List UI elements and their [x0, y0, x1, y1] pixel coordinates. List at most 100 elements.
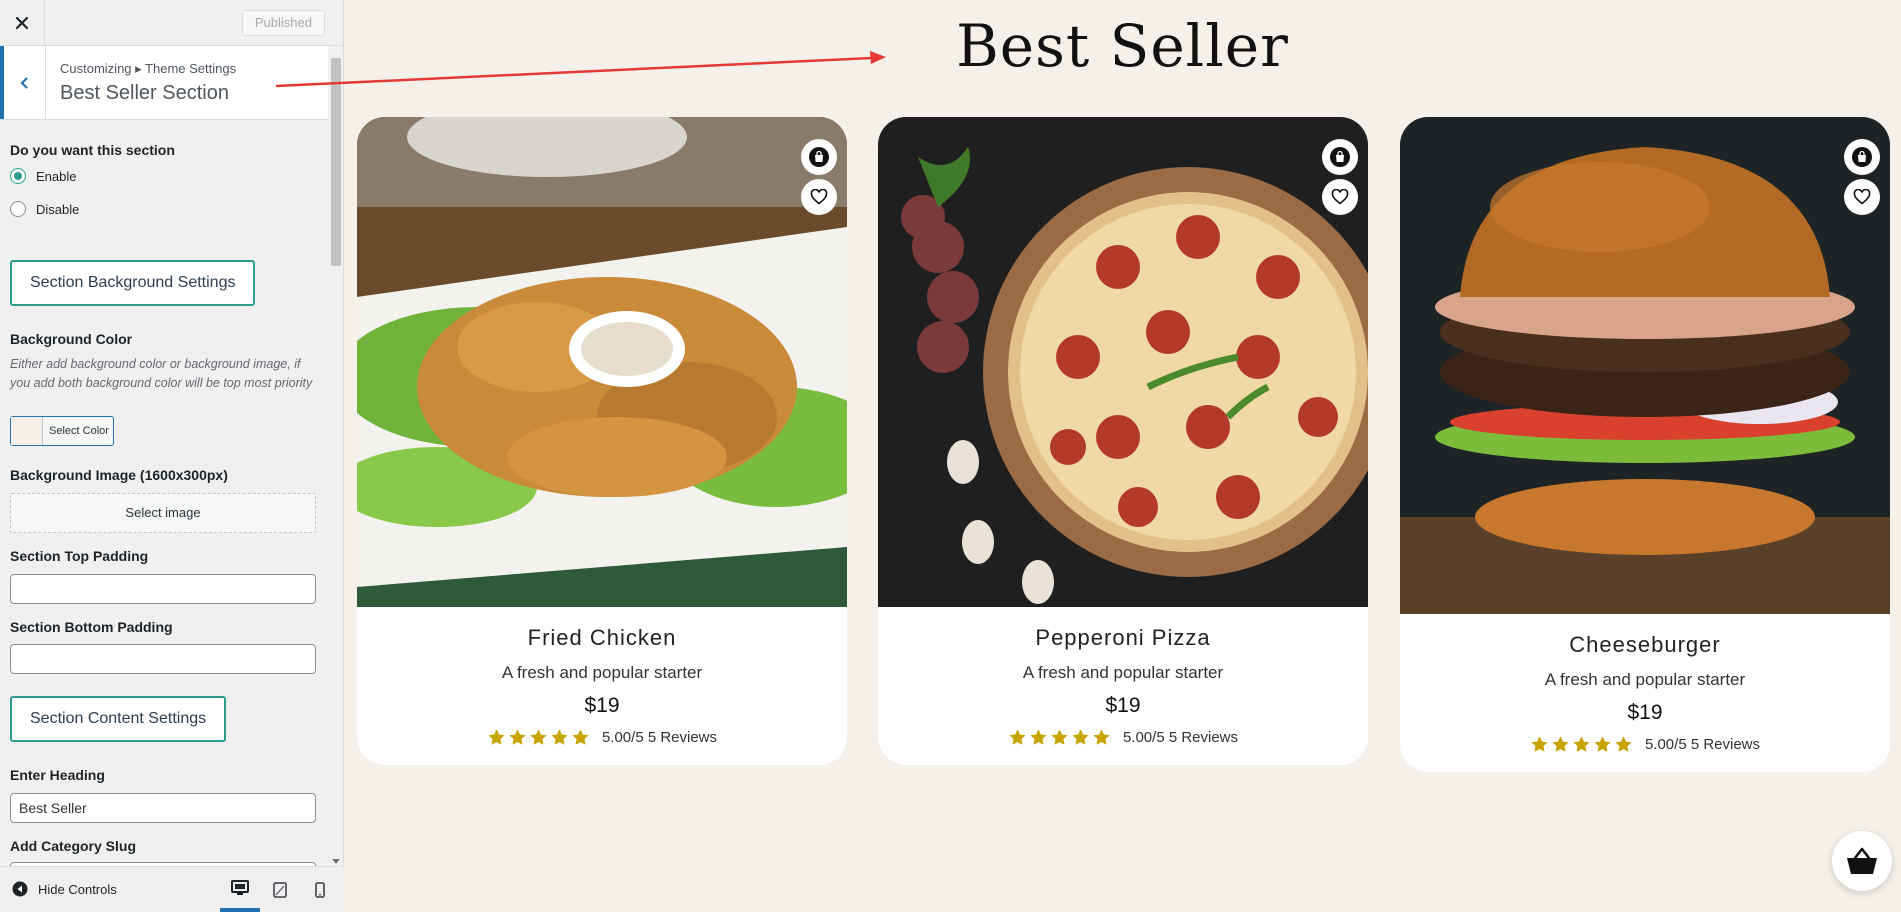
product-price: $19 [1105, 694, 1141, 717]
product-name[interactable]: Pepperoni Pizza [878, 625, 1368, 651]
preview-tablet-button[interactable] [260, 867, 300, 912]
product-description: A fresh and popular starter [1544, 670, 1746, 689]
star-icon [530, 729, 547, 745]
radio-disable[interactable]: Disable [10, 201, 79, 217]
product-card[interactable]: Cheeseburger A fresh and popular starter… [1400, 117, 1890, 772]
star-icon [1051, 729, 1068, 745]
rating-text: 5.00/5 5 Reviews [601, 729, 718, 746]
star-icon [551, 729, 568, 745]
pepperoni-pizza-photo [878, 117, 1368, 607]
customizer-sidebar: Published Customizing ▸ Theme Settings B… [0, 0, 344, 912]
add-to-cart-button[interactable] [1844, 139, 1880, 175]
radio-disable-label: Disable [36, 201, 80, 217]
cheeseburger-photo [1400, 117, 1890, 614]
product-card[interactable]: Pepperoni Pizza A fresh and popular star… [878, 117, 1368, 765]
wishlist-button[interactable] [1844, 179, 1880, 215]
heading-input[interactable] [10, 793, 316, 823]
star-icon [488, 729, 505, 745]
close-icon [15, 16, 29, 29]
wishlist-button[interactable] [801, 179, 837, 215]
product-image[interactable] [357, 117, 847, 607]
add-to-cart-button[interactable] [1322, 139, 1358, 175]
product-card[interactable]: Fried Chicken A fresh and popular starte… [357, 117, 847, 765]
section-title: Best Seller Section [60, 82, 229, 104]
top-padding-input[interactable] [10, 574, 316, 604]
radio-disable-circle[interactable] [10, 201, 26, 217]
hide-controls-button[interactable]: Hide Controls [12, 881, 117, 897]
floating-cart-button[interactable] [1832, 831, 1892, 891]
scroll-down-arrow-icon[interactable] [332, 859, 340, 864]
preview-desktop-button[interactable] [220, 867, 260, 912]
bottom-padding-input[interactable] [10, 644, 316, 674]
radio-enable[interactable]: Enable [10, 168, 76, 184]
heart-icon [1331, 189, 1349, 205]
sidebar-topbar: Published [0, 0, 343, 46]
product-price: $19 [1627, 701, 1663, 724]
mobile-icon [315, 881, 325, 898]
radio-enable-label: Enable [36, 168, 77, 184]
product-image[interactable] [878, 117, 1368, 607]
best-seller-heading: Best Seller [956, 12, 1289, 80]
star-icon [1594, 736, 1611, 752]
rating-text: 5.00/5 5 Reviews [1122, 729, 1239, 746]
product-name[interactable]: Fried Chicken [357, 625, 847, 651]
star-rating [1530, 735, 1633, 754]
publish-button[interactable]: Published [241, 10, 325, 36]
heart-icon [810, 189, 828, 205]
product-rating: 5.00/5 5 Reviews [1400, 735, 1890, 754]
tablet-icon [273, 881, 287, 898]
category-slug-label: Add Category Slug [10, 838, 137, 854]
product-info: Pepperoni Pizza A fresh and popular star… [878, 607, 1368, 765]
scrollbar-thumb[interactable] [331, 58, 341, 266]
product-rating: 5.00/5 5 Reviews [878, 728, 1368, 747]
star-icon [1573, 736, 1590, 752]
section-background-settings-button[interactable]: Section Background Settings [10, 260, 256, 306]
collapse-arrow-icon [12, 881, 28, 897]
shopping-bag-icon [1852, 147, 1872, 167]
heart-icon [1853, 189, 1871, 205]
controls-panel: Do you want this section Enable Disable … [0, 120, 328, 866]
bg-color-description: Either add background color or backgroun… [10, 357, 313, 390]
back-button[interactable] [0, 46, 46, 119]
color-swatch [11, 417, 43, 445]
section-toggle-label: Do you want this section [10, 142, 175, 158]
sidebar-footer: Hide Controls [0, 866, 344, 912]
heading-field-label: Enter Heading [10, 767, 105, 783]
bottom-padding-label: Section Bottom Padding [10, 619, 173, 635]
product-info: Fried Chicken A fresh and popular starte… [357, 607, 847, 765]
fried-chicken-photo [357, 117, 847, 607]
section-content-settings-button[interactable]: Section Content Settings [10, 696, 227, 742]
star-icon [1615, 736, 1632, 752]
star-icon [509, 729, 526, 745]
add-to-cart-button[interactable] [801, 139, 837, 175]
product-name[interactable]: Cheeseburger [1400, 632, 1890, 658]
product-info: Cheeseburger A fresh and popular starter… [1400, 614, 1890, 772]
star-icon [572, 729, 589, 745]
product-price: $19 [584, 694, 620, 717]
top-padding-label: Section Top Padding [10, 548, 149, 564]
select-image-button[interactable]: Select image [10, 493, 316, 533]
shopping-bag-icon [1330, 147, 1350, 167]
basket-icon [1847, 847, 1877, 874]
chevron-left-icon [19, 76, 28, 89]
wishlist-button[interactable] [1322, 179, 1358, 215]
rating-text: 5.00/5 5 Reviews [1644, 736, 1761, 753]
star-icon [1030, 729, 1047, 745]
select-color-label: Select Color [49, 425, 109, 437]
desktop-icon [231, 879, 249, 895]
star-rating [487, 728, 590, 747]
select-color-button[interactable]: Select Color [10, 416, 114, 446]
close-customizer-button[interactable] [0, 0, 45, 45]
star-icon [1552, 736, 1569, 752]
product-description: A fresh and popular starter [501, 663, 703, 682]
star-icon [1072, 729, 1089, 745]
product-image[interactable] [1400, 117, 1890, 614]
preview-mobile-button[interactable] [300, 867, 340, 912]
hide-controls-label: Hide Controls [38, 881, 117, 897]
radio-enable-circle[interactable] [10, 168, 26, 184]
bg-image-label: Background Image (1600x300px) [10, 467, 228, 483]
breadcrumb: Customizing ▸ Theme Settings [60, 61, 237, 76]
star-icon [1531, 736, 1548, 752]
shopping-bag-icon [809, 147, 829, 167]
sidebar-scrollbar[interactable] [330, 46, 342, 866]
